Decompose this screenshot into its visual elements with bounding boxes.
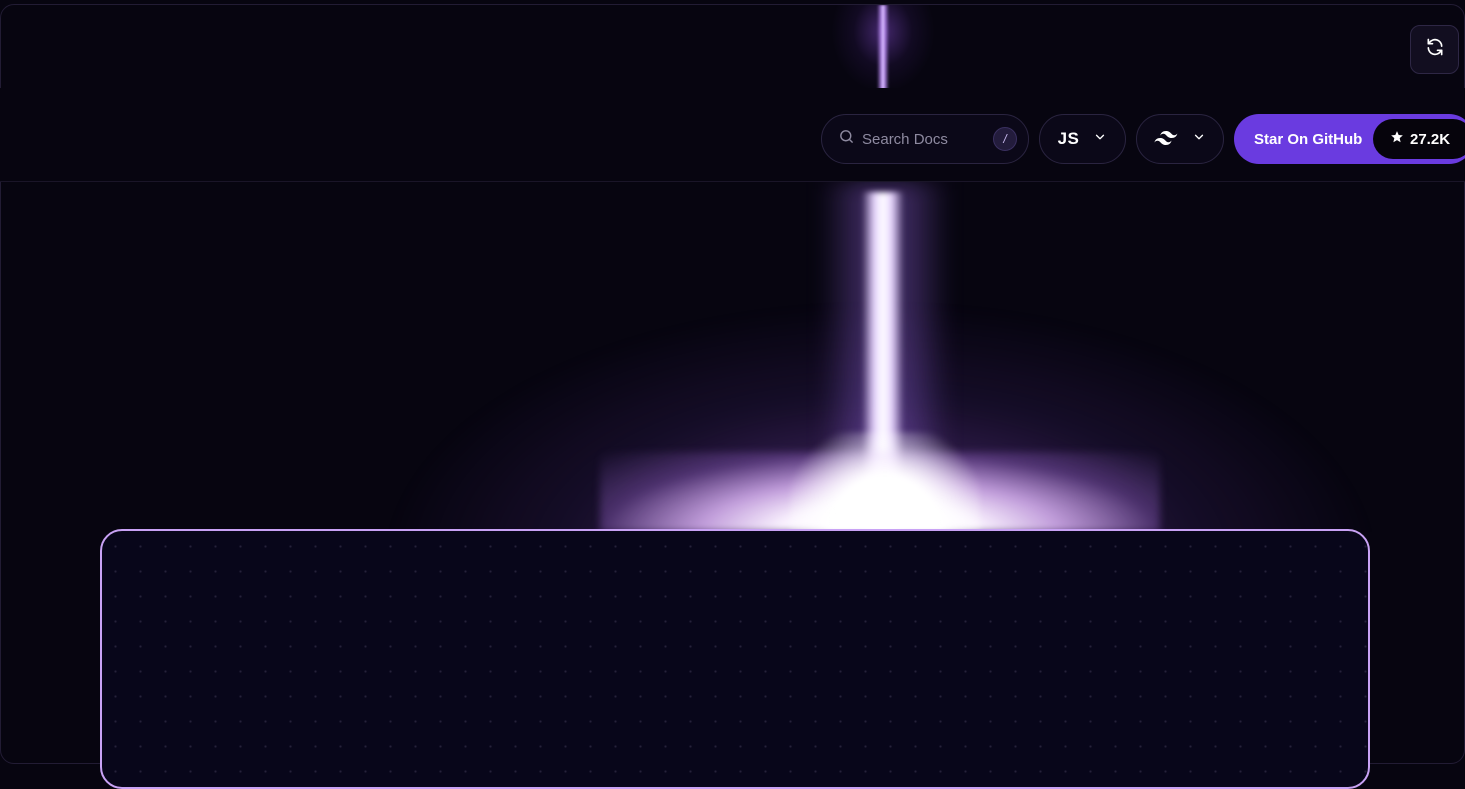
- search-icon: [838, 128, 855, 150]
- light-beam-glow: [0, 182, 1465, 532]
- chevron-down-icon: [1093, 130, 1107, 149]
- star-count-value: 27.2K: [1410, 130, 1451, 148]
- star-icon: [1390, 130, 1404, 149]
- light-beam-top: [1, 5, 1464, 93]
- language-selector[interactable]: JS: [1039, 114, 1126, 164]
- refresh-icon: [1425, 37, 1445, 62]
- styling-selector[interactable]: [1136, 114, 1224, 164]
- github-star-count: 27.2K: [1373, 119, 1465, 159]
- language-selector-value: JS: [1057, 129, 1080, 148]
- search-docs-input[interactable]: Search Docs /: [821, 114, 1029, 164]
- chevron-down-icon: [1192, 130, 1206, 149]
- refresh-button[interactable]: [1410, 25, 1459, 74]
- search-shortcut-badge: /: [993, 127, 1017, 151]
- tailwind-icon: [1154, 129, 1178, 150]
- hero-card: [100, 529, 1370, 789]
- star-on-github-label: Star On GitHub: [1254, 130, 1363, 148]
- star-on-github-button[interactable]: Star On GitHub 27.2K: [1234, 114, 1465, 164]
- search-placeholder: Search Docs: [862, 130, 948, 148]
